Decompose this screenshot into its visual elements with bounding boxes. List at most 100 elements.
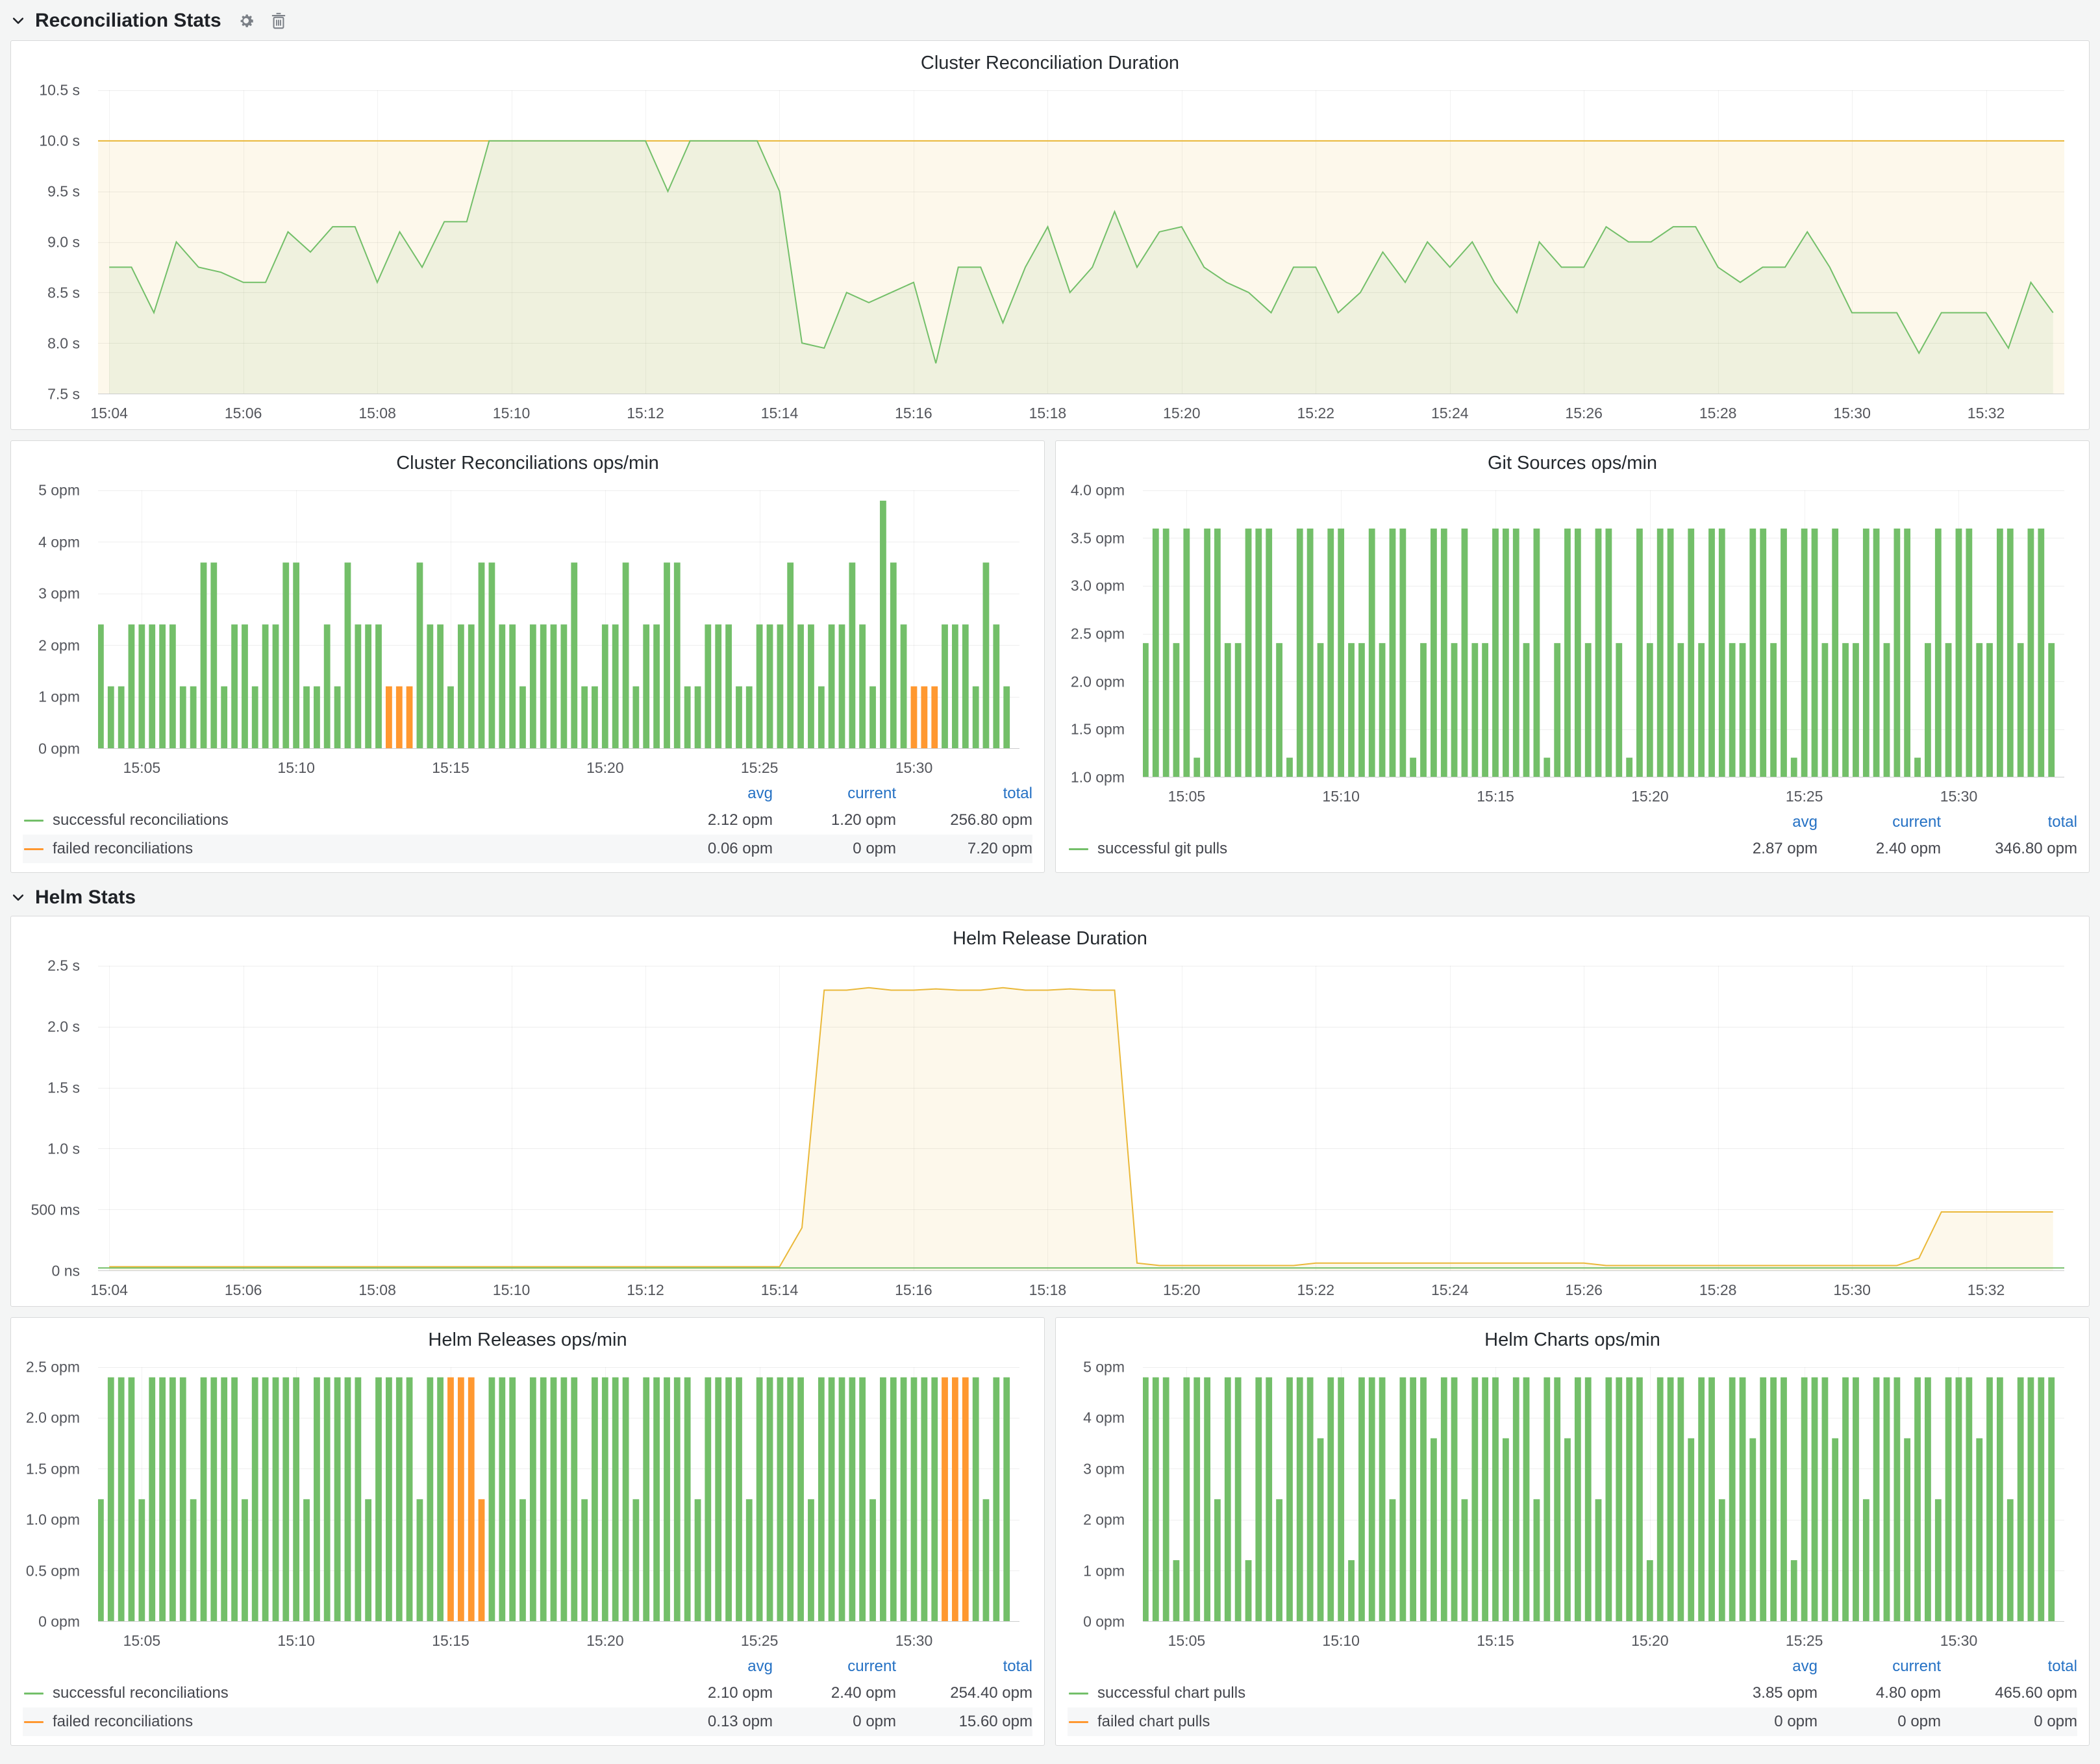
panel-title-cluster-reconciliations-opm[interactable]: Cluster Reconciliations ops/min — [21, 446, 1034, 480]
legend-header-current[interactable]: current — [773, 1657, 896, 1676]
x-tick-label: 15:16 — [895, 1281, 932, 1299]
panel-title-helm-release-duration[interactable]: Helm Release Duration — [21, 922, 2079, 955]
legend-header-current[interactable]: current — [773, 785, 896, 803]
y-axis: 1.0 opm1.5 opm2.0 opm2.5 opm3.0 opm3.5 o… — [1066, 490, 1134, 777]
legend-header-total[interactable]: total — [1941, 813, 2077, 831]
y-tick-label: 2.0 opm — [1071, 673, 1125, 690]
plot-area — [98, 966, 2064, 1271]
gear-icon[interactable] — [237, 12, 255, 30]
x-tick-label: 15:06 — [225, 405, 262, 422]
y-tick-label: 7.5 s — [47, 386, 80, 403]
panel-title-git-sources-opm[interactable]: Git Sources ops/min — [1066, 446, 2079, 480]
plot-area — [98, 490, 1019, 749]
chart-helm-release-duration[interactable]: 0 ns500 ms1.0 s1.5 s2.0 s2.5 s15:0415:06… — [21, 955, 2079, 1301]
y-tick-label: 1.5 s — [47, 1079, 80, 1097]
plot-canvas — [1143, 1367, 2064, 1621]
x-tick-label: 15:25 — [1786, 1632, 1823, 1650]
panel-title-helm-releases-opm[interactable]: Helm Releases ops/min — [21, 1323, 1034, 1357]
row-header-reconciliation-stats[interactable]: Reconciliation Stats — [10, 4, 2090, 38]
x-tick-label: 15:08 — [358, 405, 396, 422]
trash-icon[interactable] — [271, 12, 286, 30]
y-tick-label: 0 opm — [38, 740, 80, 758]
legend-header-avg[interactable]: avg — [1694, 813, 1818, 831]
legend-value-avg: 3.85 opm — [1694, 1684, 1818, 1702]
legend-header-total[interactable]: total — [896, 1657, 1032, 1676]
legend-row-successful-reconciliations: successful reconciliations 2.12 opm 1.20… — [23, 806, 1032, 835]
x-tick-label: 15:05 — [123, 1632, 161, 1650]
chart-cluster-reconciliations-opm[interactable]: 0 opm1 opm2 opm3 opm4 opm5 opm15:0515:10… — [21, 480, 1034, 779]
x-tick-label: 15:20 — [1163, 1281, 1201, 1299]
x-tick-label: 15:10 — [277, 759, 315, 777]
legend-row-successful-git-pulls: successful git pulls 2.87 opm 2.40 opm 3… — [1068, 835, 2077, 863]
legend-label[interactable]: failed reconciliations — [53, 840, 649, 858]
legend-header-avg[interactable]: avg — [1694, 1657, 1818, 1676]
x-tick-label: 15:10 — [277, 1632, 315, 1650]
legend-label[interactable]: failed chart pulls — [1097, 1713, 1694, 1731]
series-helm-release-duration — [109, 988, 2053, 1270]
x-tick-label: 15:15 — [432, 759, 469, 777]
legend-row-successful-reconciliations: successful reconciliations 2.10 opm 2.40… — [23, 1679, 1032, 1707]
y-tick-label: 500 ms — [31, 1202, 80, 1219]
legend-label[interactable]: successful reconciliations — [53, 811, 649, 829]
panel-row-helm: Helm Releases ops/min 0 opm0.5 opm1.0 op… — [10, 1317, 2090, 1746]
legend-row-successful-chart-pulls: successful chart pulls 3.85 opm 4.80 opm… — [1068, 1679, 2077, 1707]
panel-title-cluster-reconciliation-duration[interactable]: Cluster Reconciliation Duration — [21, 46, 2079, 80]
x-tick-label: 15:14 — [761, 1281, 799, 1299]
legend-label[interactable]: successful chart pulls — [1097, 1684, 1694, 1702]
legend-header-current[interactable]: current — [1818, 813, 1941, 831]
y-tick-label: 2.5 opm — [1071, 625, 1125, 643]
chart-helm-charts-opm[interactable]: 0 opm1 opm2 opm3 opm4 opm5 opm15:0515:10… — [1066, 1357, 2079, 1652]
legend-cluster-reconciliations: avg current total successful reconciliat… — [21, 779, 1034, 867]
legend-label[interactable]: failed reconciliations — [53, 1713, 649, 1731]
x-tick-label: 15:30 — [1833, 1281, 1871, 1299]
y-tick-label: 5 opm — [1083, 1359, 1125, 1376]
x-tick-label: 15:26 — [1565, 405, 1603, 422]
row-title: Helm Stats — [35, 887, 136, 909]
legend-header-avg[interactable]: avg — [649, 785, 773, 803]
x-tick-label: 15:04 — [90, 1281, 128, 1299]
y-tick-label: 4 opm — [1083, 1409, 1125, 1427]
legend-header-row: avg current total — [1068, 1654, 2077, 1679]
legend-header-avg[interactable]: avg — [649, 1657, 773, 1676]
legend-label[interactable]: successful reconciliations — [53, 1684, 649, 1702]
legend-value-current: 0 opm — [773, 1713, 896, 1731]
y-tick-label: 1 opm — [38, 688, 80, 706]
legend-value-current: 2.40 opm — [1818, 840, 1941, 858]
y-tick-label: 10.0 s — [39, 132, 80, 149]
chart-helm-releases-opm[interactable]: 0 opm0.5 opm1.0 opm1.5 opm2.0 opm2.5 opm… — [21, 1357, 1034, 1652]
legend-value-total: 15.60 opm — [896, 1713, 1032, 1731]
y-tick-label: 10.5 s — [39, 82, 80, 99]
x-tick-label: 15:05 — [1168, 1632, 1206, 1650]
y-tick-label: 3 opm — [1083, 1460, 1125, 1478]
x-tick-label: 15:20 — [1631, 1632, 1669, 1650]
panel-cluster-reconciliation-duration: Cluster Reconciliation Duration 7.5 s8.0… — [10, 40, 2090, 430]
x-axis: 15:0515:1015:1515:2015:2515:30 — [1143, 780, 2064, 807]
legend-value-current: 1.20 opm — [773, 811, 896, 829]
y-axis: 7.5 s8.0 s8.5 s9.0 s9.5 s10.0 s10.5 s — [21, 90, 89, 394]
panel-title-helm-charts-opm[interactable]: Helm Charts ops/min — [1066, 1323, 2079, 1357]
chart-cluster-reconciliation-duration[interactable]: 7.5 s8.0 s8.5 s9.0 s9.5 s10.0 s10.5 s15:… — [21, 80, 2079, 424]
x-tick-label: 15:25 — [1786, 788, 1823, 805]
legend-header-total[interactable]: total — [1941, 1657, 2077, 1676]
y-tick-label: 9.5 s — [47, 183, 80, 200]
y-tick-label: 2 opm — [38, 636, 80, 654]
y-axis: 0 opm1 opm2 opm3 opm4 opm5 opm — [1066, 1367, 1134, 1622]
x-tick-label: 15:10 — [493, 405, 531, 422]
x-tick-label: 15:30 — [1940, 1632, 1978, 1650]
panel-row-reconciliation: Cluster Reconciliations ops/min 0 opm 1 o… — [10, 440, 2090, 873]
legend-value-avg: 2.10 opm — [649, 1684, 773, 1702]
legend-row-failed-reconciliations: failed reconciliations 0.06 opm 0 opm 7.… — [23, 835, 1032, 863]
series-successful-git-pulls — [1143, 529, 2055, 777]
chart-git-sources-opm[interactable]: 1.0 opm1.5 opm2.0 opm2.5 opm3.0 opm3.5 o… — [1066, 480, 2079, 807]
legend-label[interactable]: successful git pulls — [1097, 840, 1694, 858]
plot-canvas — [98, 90, 2064, 394]
series-swatch-green — [24, 820, 44, 822]
legend-header-current[interactable]: current — [1818, 1657, 1941, 1676]
legend-header-total[interactable]: total — [896, 785, 1032, 803]
legend-value-avg: 0 opm — [1694, 1713, 1818, 1731]
series-successful-reconciliations — [98, 1378, 1010, 1621]
row-header-helm-stats[interactable]: Helm Stats — [10, 881, 2090, 914]
x-tick-label: 15:14 — [761, 405, 799, 422]
y-tick-label: 4 opm — [38, 533, 80, 551]
plot-area — [98, 1367, 1019, 1622]
